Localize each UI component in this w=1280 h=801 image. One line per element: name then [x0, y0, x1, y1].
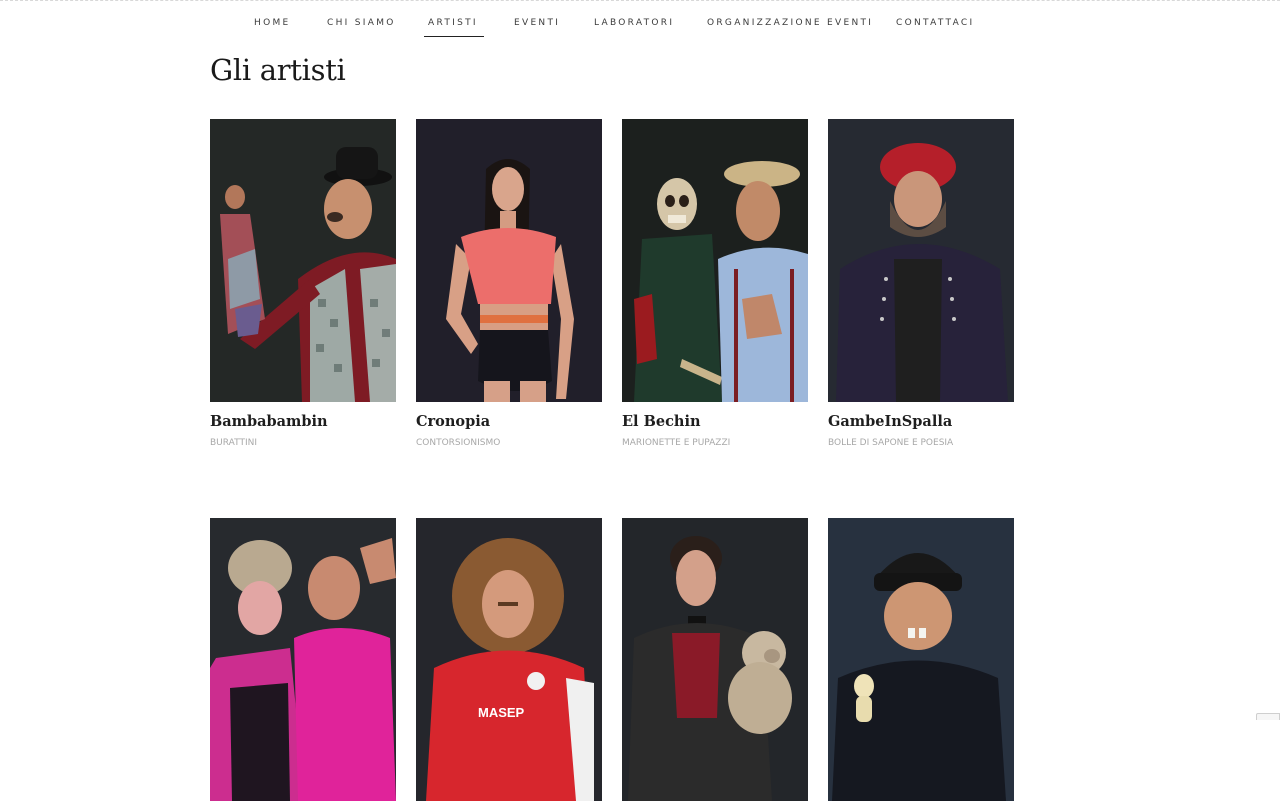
artist-card-el-bechin[interactable]: El Bechin MARIONETTE E PUPAZZI [622, 119, 808, 448]
nav-contattaci[interactable]: CONTATTACI [896, 18, 974, 28]
artist-photo[interactable] [828, 119, 1014, 402]
main-nav: HOME CHI SIAMO ARTISTI EVENTI LABORATORI… [0, 1, 1280, 45]
artist-photo[interactable] [622, 119, 808, 402]
nav-artisti[interactable]: ARTISTI [424, 18, 484, 37]
artist-card-7[interactable] [622, 518, 808, 801]
artist-photo[interactable] [828, 518, 1014, 801]
artist-card-6[interactable]: MASEP [416, 518, 602, 801]
nav-organizzazione-eventi[interactable]: ORGANIZZAZIONE EVENTI [707, 18, 873, 28]
artist-category: BURATTINI [210, 438, 257, 448]
artist-name[interactable]: Bambabambin [210, 413, 328, 430]
artist-photo[interactable] [416, 119, 602, 402]
artist-card-5[interactable] [210, 518, 396, 801]
jersey-sponsor-text: MASEP [478, 705, 525, 720]
artist-category: BOLLE DI SAPONE E POESIA [828, 438, 954, 448]
artist-card-bambabambin[interactable]: Bambabambin BURATTINI [210, 119, 396, 448]
artist-name[interactable]: GambeInSpalla [828, 413, 952, 430]
artist-card-8[interactable] [828, 518, 1014, 801]
page-title: Gli artisti [210, 53, 346, 87]
artist-photo[interactable]: MASEP [416, 518, 602, 801]
artist-photo[interactable] [210, 119, 396, 402]
artist-photo[interactable] [622, 518, 808, 801]
artist-category: CONTORSIONISMO [416, 438, 501, 448]
nav-eventi[interactable]: EVENTI [514, 18, 560, 28]
artist-photo[interactable] [210, 518, 396, 801]
artist-card-gambeinspalla[interactable]: GambeInSpalla BOLLE DI SAPONE E POESIA [828, 119, 1014, 448]
artist-name[interactable]: Cronopia [416, 413, 490, 430]
nav-chi-siamo[interactable]: CHI SIAMO [327, 18, 396, 28]
artist-category: MARIONETTE E PUPAZZI [622, 438, 731, 448]
artist-card-cronopia[interactable]: Cronopia CONTORSIONISMO [416, 119, 602, 448]
nav-home[interactable]: HOME [254, 18, 291, 28]
nav-laboratori[interactable]: LABORATORI [594, 18, 674, 28]
recaptcha-badge[interactable] [1256, 713, 1280, 720]
artist-name[interactable]: El Bechin [622, 413, 701, 430]
